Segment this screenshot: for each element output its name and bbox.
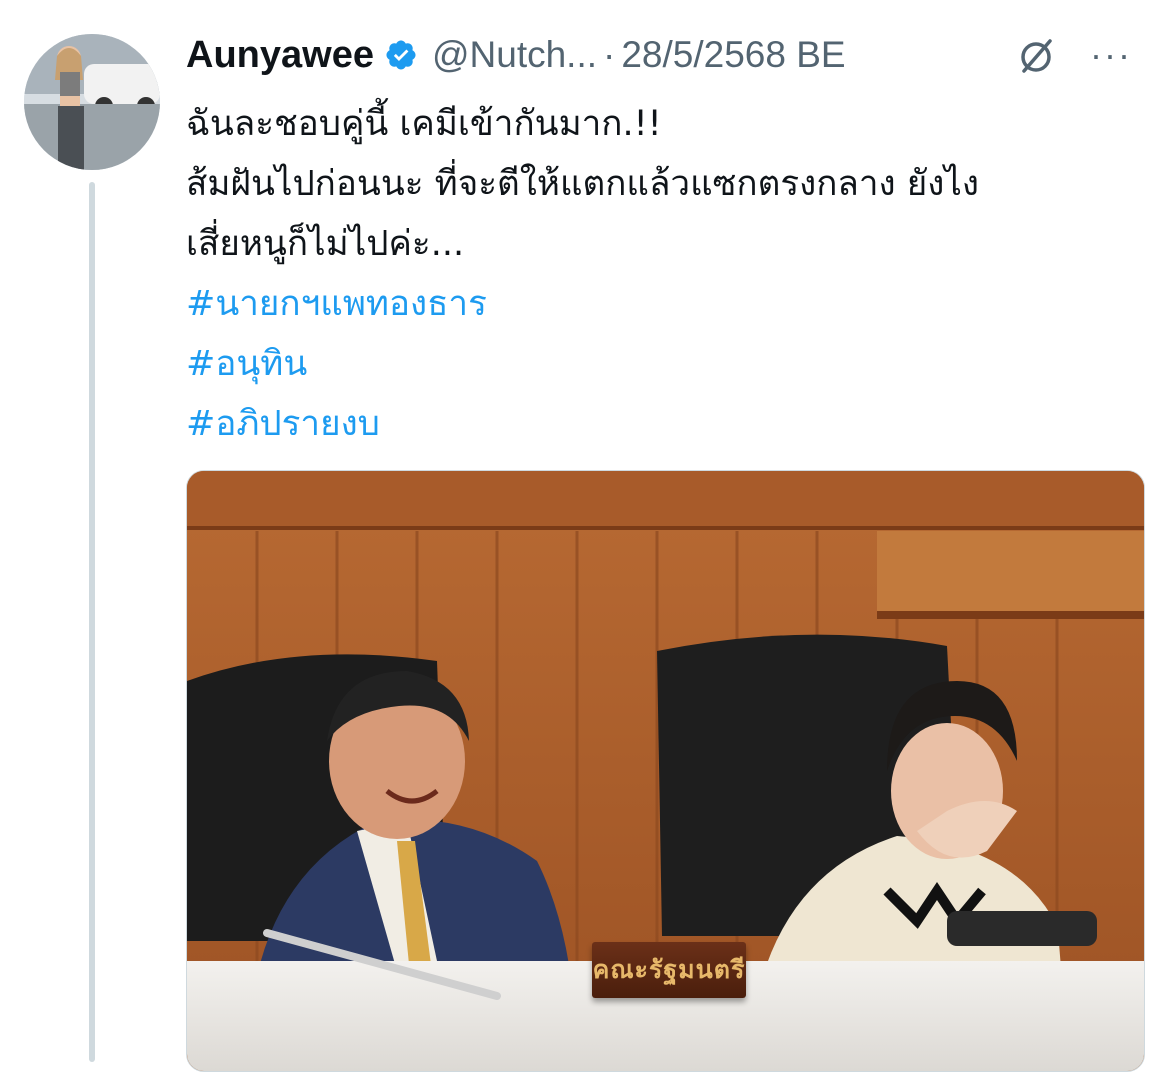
user-handle[interactable]: @Nutch...	[432, 34, 597, 76]
tweet-text-line: ส้มฝันไปก่อนนะ ที่จะตีให้แตกแล้วแซกตรงกล…	[186, 164, 980, 204]
display-name[interactable]: Aunyawee	[186, 34, 374, 77]
tweet-header: Aunyawee @Nutch... · 28/5/2568 BE	[186, 30, 846, 80]
hashtag-link[interactable]: #อภิปรายงบ	[186, 394, 1146, 454]
tweet-text: ฉันละชอบคู่นี้ เคมีเข้ากันมาก.!! ส้มฝันไ…	[186, 94, 1146, 454]
separator-dot: ·	[603, 34, 616, 75]
nameplate: คณะรัฐมนตรี	[592, 942, 746, 998]
tweet-text-line: เสี่ยหนูก็ไม่ไปค่ะ...	[186, 224, 465, 264]
grok-icon[interactable]	[1014, 35, 1058, 79]
more-options-icon[interactable]: ···	[1090, 37, 1132, 73]
tweet-date[interactable]: 28/5/2568 BE	[621, 34, 845, 76]
verified-badge-icon	[384, 38, 418, 72]
hashtag-link[interactable]: #นายกฯแพทองธาร	[186, 274, 1146, 334]
avatar-image	[24, 34, 160, 170]
hashtag-link[interactable]: #อนุทิน	[186, 334, 1146, 394]
tweet-text-line: ฉันละชอบคู่นี้ เคมีเข้ากันมาก.!!	[186, 104, 662, 144]
thread-line	[89, 182, 95, 1062]
avatar[interactable]	[24, 34, 160, 170]
nameplate-text: คณะรัฐมนตรี	[592, 955, 746, 984]
